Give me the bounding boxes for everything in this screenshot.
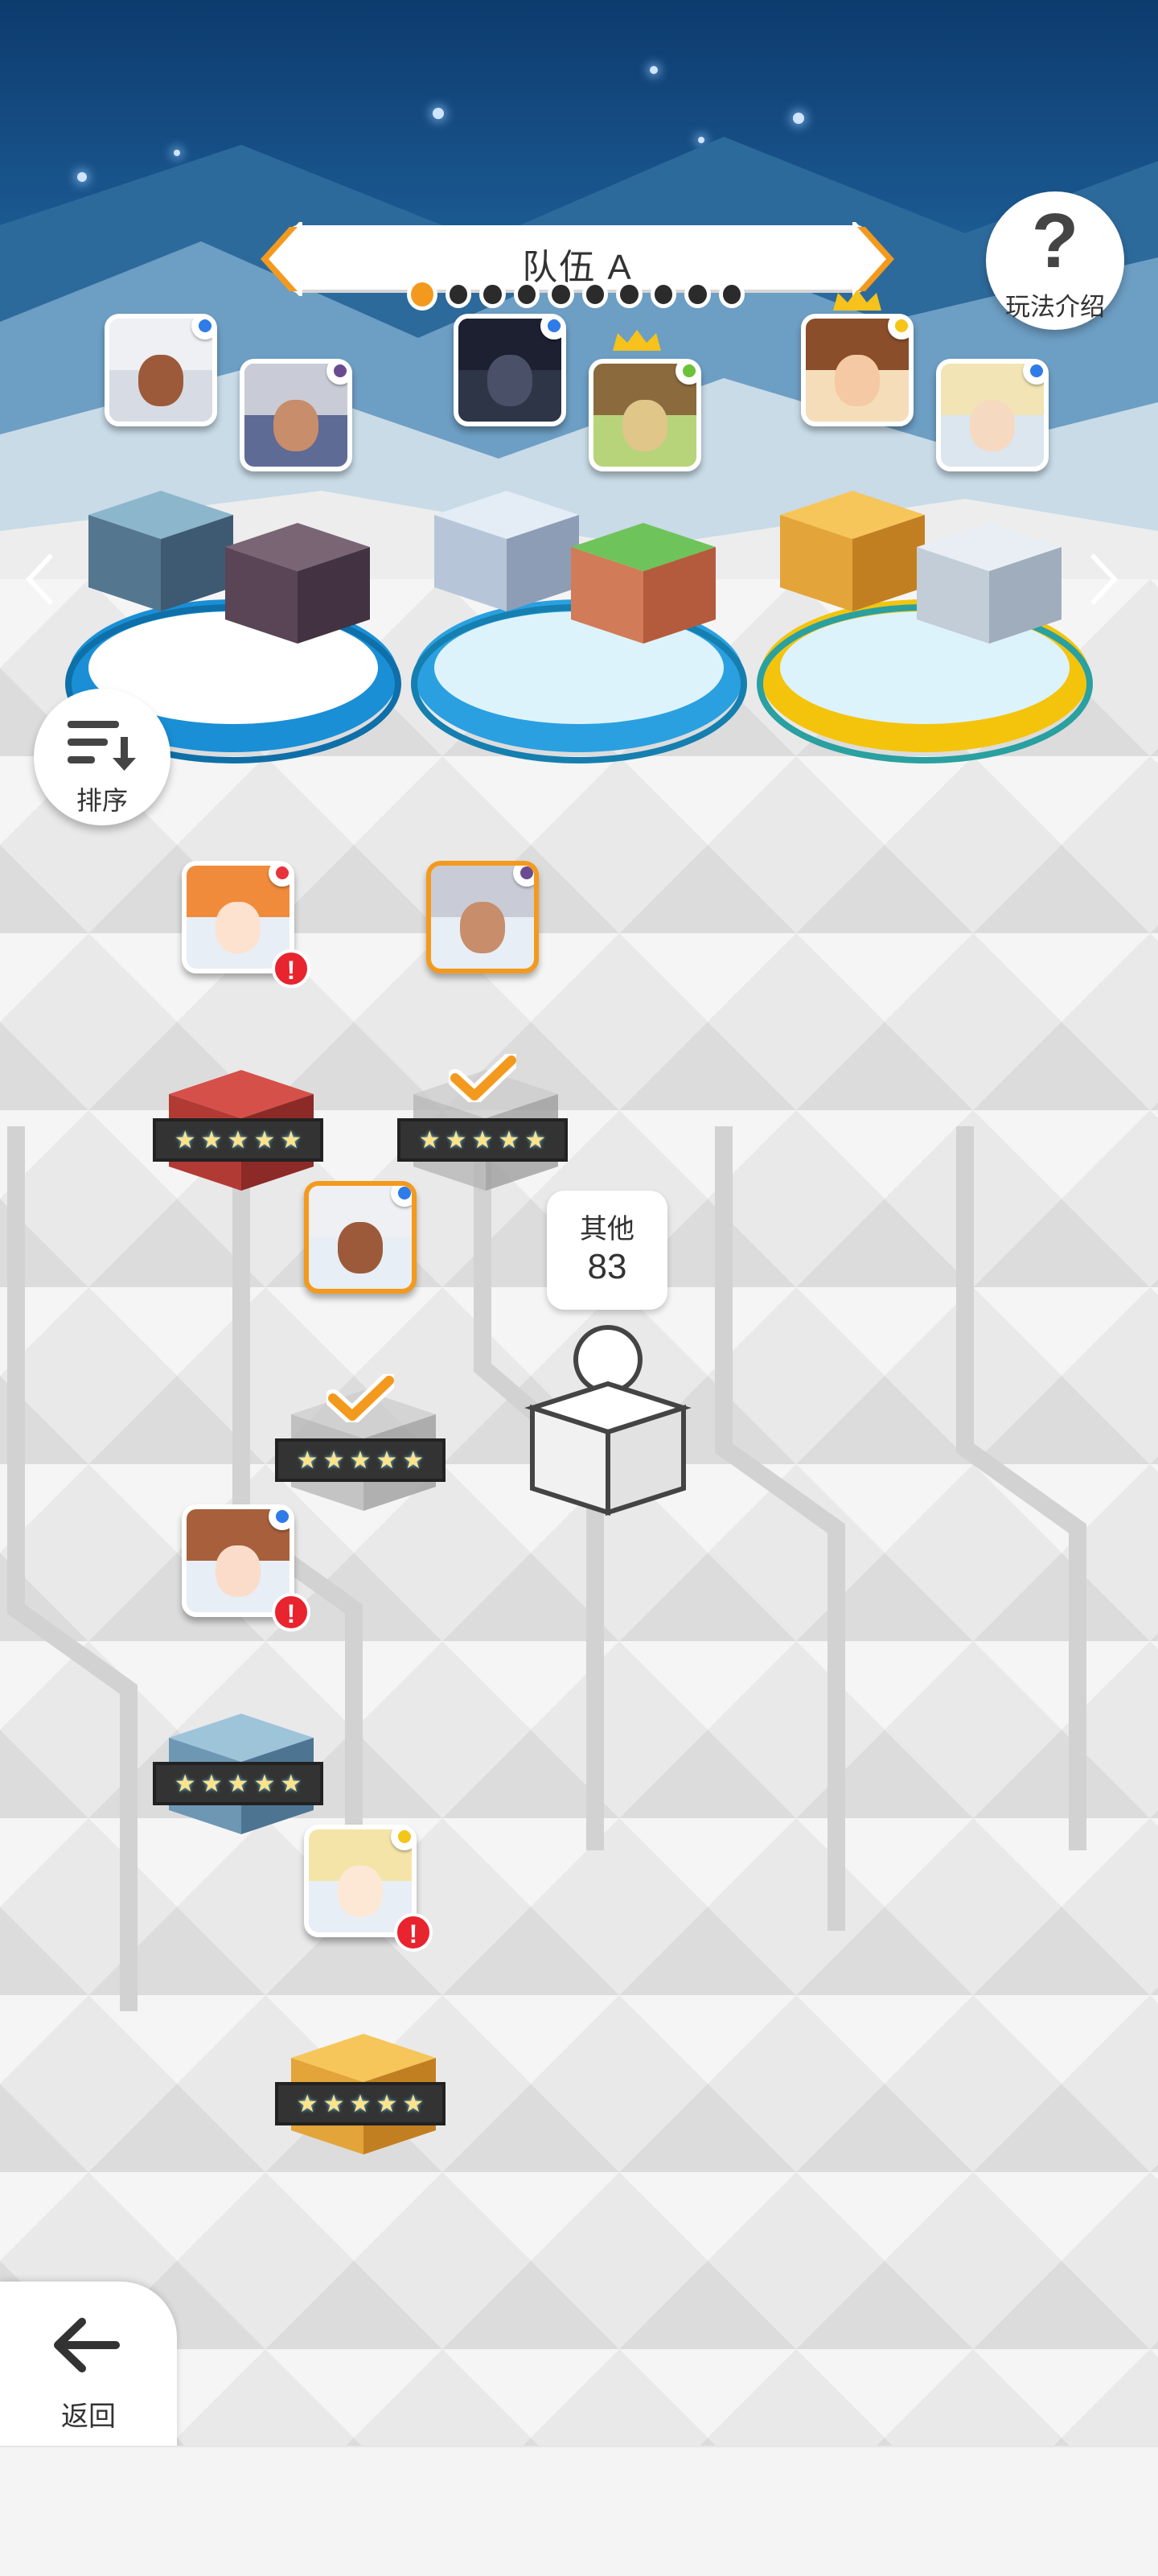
others-label: 其他	[580, 1214, 634, 1245]
fire-element-icon	[269, 866, 290, 887]
sort-button[interactable]: 排序	[34, 689, 170, 825]
dark-element-icon	[326, 364, 347, 385]
bottom-navigation-bar	[0, 2446, 1158, 2576]
star-icon: ★	[253, 1770, 276, 1797]
crown-icon	[833, 290, 881, 311]
water-element-icon	[269, 1509, 290, 1530]
character-avatar[interactable]	[426, 861, 539, 973]
alert-badge: !	[272, 949, 310, 988]
water-element-icon	[1023, 364, 1044, 385]
star-icon: ★	[376, 1446, 398, 1474]
star-icon: ★	[349, 1446, 372, 1474]
team-page-dot[interactable]	[581, 281, 609, 308]
star-icon: ★	[200, 1770, 223, 1797]
star-icon: ★	[227, 1770, 249, 1797]
team-page-dot[interactable]	[513, 281, 540, 308]
team-member-pedestal	[225, 523, 370, 644]
star-icon: ★	[471, 1126, 494, 1154]
star-icon: ★	[498, 1126, 520, 1154]
star-icon: ★	[280, 1126, 302, 1154]
roster-character[interactable]: ! ★ ★ ★ ★ ★	[153, 861, 338, 1199]
sort-icon	[68, 721, 136, 771]
roster-character[interactable]: ! ★ ★ ★ ★ ★	[153, 1504, 338, 1842]
alert-badge: !	[272, 1593, 310, 1632]
star-rating: ★ ★ ★ ★ ★	[153, 1118, 323, 1162]
team-page-dot[interactable]	[479, 281, 506, 308]
question-mark-icon: ?	[1031, 198, 1079, 284]
star-icon: ★	[349, 2090, 372, 2117]
team-page-dot[interactable]	[407, 278, 438, 311]
others-count-bubble[interactable]: 其他 83	[547, 1191, 667, 1310]
next-team-button[interactable]	[852, 222, 897, 296]
star-icon: ★	[253, 1126, 276, 1154]
help-button[interactable]: ? 玩法介绍	[986, 191, 1124, 330]
team-page-dot[interactable]	[650, 281, 677, 308]
team-member-avatar[interactable]	[589, 359, 701, 471]
team-member-avatar[interactable]	[801, 314, 914, 426]
roster-character[interactable]: ★ ★ ★ ★ ★	[397, 861, 582, 1199]
star-icon: ★	[280, 1770, 302, 1797]
team-member-avatar[interactable]	[240, 359, 352, 471]
water-element-icon	[540, 319, 561, 339]
star-rating: ★ ★ ★ ★ ★	[397, 1118, 568, 1162]
thunder-element-icon	[888, 319, 909, 339]
character-avatar[interactable]	[304, 1181, 417, 1294]
star-icon: ★	[402, 2090, 425, 2117]
star-icon: ★	[402, 1446, 425, 1474]
team-page-dot[interactable]	[616, 281, 643, 308]
star-icon: ★	[227, 1126, 249, 1154]
team-page-indicator[interactable]	[407, 278, 745, 311]
back-button[interactable]: 返回	[0, 2282, 177, 2450]
roster-character[interactable]: ★ ★ ★ ★ ★	[275, 1181, 460, 1519]
roster-character[interactable]: ! ★ ★ ★ ★ ★	[275, 1825, 460, 2162]
star-icon: ★	[322, 2090, 345, 2117]
star-icon: ★	[418, 1126, 441, 1154]
team-page-dot[interactable]	[548, 281, 574, 308]
dark-element-icon	[513, 866, 534, 887]
team-member-avatar[interactable]	[936, 359, 1049, 471]
star-rating: ★ ★ ★ ★ ★	[153, 1762, 323, 1805]
team-member-avatar[interactable]	[105, 314, 217, 426]
others-count: 83	[587, 1247, 627, 1286]
star-icon: ★	[174, 1126, 196, 1154]
star-icon: ★	[322, 1446, 345, 1474]
sort-label: 排序	[76, 786, 128, 815]
water-element-icon	[191, 319, 212, 339]
star-icon: ★	[445, 1126, 467, 1154]
thunder-element-icon	[391, 1829, 412, 1850]
team-member-pedestal	[571, 523, 716, 644]
selected-check-icon	[326, 1374, 394, 1422]
team-page-dot[interactable]	[718, 281, 745, 308]
others-placeholder-pedestal[interactable]	[524, 1319, 693, 1520]
back-arrow-icon	[54, 2318, 120, 2372]
team-member-pedestal	[917, 523, 1062, 644]
scroll-left-arrow-icon[interactable]	[24, 547, 56, 611]
star-icon: ★	[200, 1126, 223, 1154]
star-rating: ★ ★ ★ ★ ★	[275, 2082, 446, 2125]
alert-badge: !	[394, 1913, 433, 1952]
star-icon: ★	[174, 1770, 196, 1797]
team-page-dot[interactable]	[684, 281, 711, 308]
selected-check-icon	[449, 1054, 516, 1102]
team-page-dot[interactable]	[446, 281, 472, 308]
star-icon: ★	[376, 2090, 398, 2117]
team-member-avatar[interactable]	[454, 314, 566, 426]
star-icon: ★	[296, 2090, 318, 2117]
star-rating: ★ ★ ★ ★ ★	[275, 1438, 446, 1482]
back-label: 返回	[61, 2401, 116, 2432]
water-element-icon	[391, 1186, 412, 1207]
star-icon: ★	[296, 1446, 318, 1474]
wind-element-icon	[676, 364, 696, 385]
crown-icon	[613, 330, 661, 351]
help-label: 玩法介绍	[1005, 293, 1105, 321]
star-icon: ★	[524, 1126, 547, 1154]
